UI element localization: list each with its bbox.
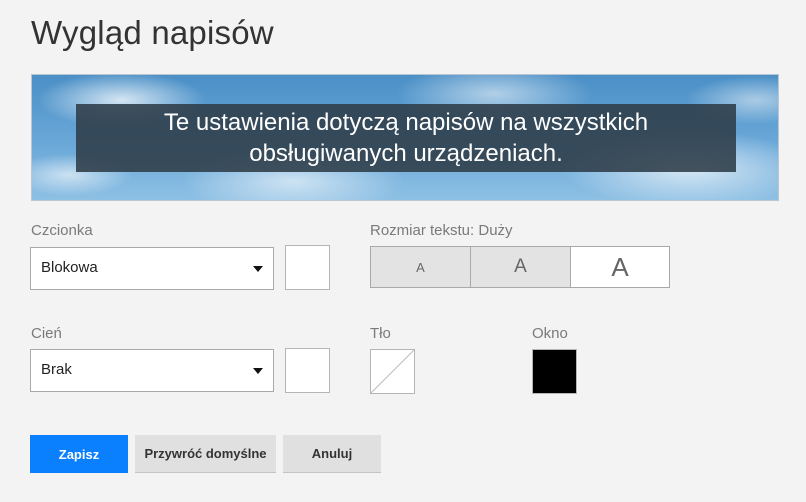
chevron-down-icon	[253, 266, 263, 272]
no-color-icon	[371, 350, 414, 393]
text-size-label: Rozmiar tekstu: Duży	[370, 222, 513, 239]
window-color-swatch[interactable]	[532, 349, 577, 394]
cancel-button[interactable]: Anuluj	[283, 435, 381, 473]
font-label: Czcionka	[31, 222, 93, 239]
text-size-medium-button[interactable]: A	[471, 247, 571, 287]
restore-defaults-button[interactable]: Przywróć domyślne	[135, 435, 276, 473]
preview-caption-box: Te ustawienia dotyczą napisów na wszystk…	[76, 104, 736, 172]
chevron-down-icon	[253, 368, 263, 374]
font-color-swatch[interactable]	[285, 245, 330, 290]
text-size-selector: A A A	[370, 246, 670, 288]
window-label: Okno	[532, 325, 568, 342]
font-select-value: Blokowa	[41, 259, 98, 276]
shadow-select[interactable]: Brak	[30, 349, 274, 392]
preview-caption-line-2: obsługiwanych urządzeniach.	[249, 140, 563, 167]
background-color-swatch[interactable]	[370, 349, 415, 394]
caption-preview: Te ustawienia dotyczą napisów na wszystk…	[31, 74, 779, 201]
preview-caption-line-1: Te ustawienia dotyczą napisów na wszystk…	[163, 109, 649, 136]
page-title: Wygląd napisów	[31, 14, 274, 51]
text-size-large-button[interactable]: A	[571, 247, 669, 287]
background-label: Tło	[370, 325, 391, 342]
font-select[interactable]: Blokowa	[30, 247, 274, 290]
save-button[interactable]: Zapisz	[30, 435, 128, 473]
shadow-select-value: Brak	[41, 361, 72, 378]
text-size-small-button[interactable]: A	[371, 247, 471, 287]
shadow-color-swatch[interactable]	[285, 348, 330, 393]
shadow-label: Cień	[31, 325, 62, 342]
